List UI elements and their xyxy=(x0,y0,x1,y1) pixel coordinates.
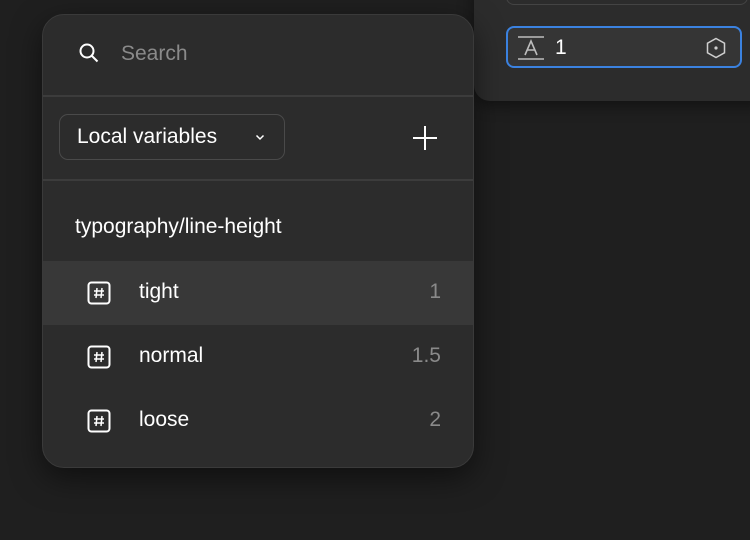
properties-panel: 1 xyxy=(474,0,750,101)
variable-row-loose[interactable]: loose 2 xyxy=(43,389,473,453)
toolbar: Local variables xyxy=(43,97,473,181)
search-input[interactable] xyxy=(121,39,421,69)
line-height-value[interactable]: 1 xyxy=(555,36,567,60)
variable-value: 2 xyxy=(429,408,441,431)
library-select[interactable]: Local variables xyxy=(59,114,285,160)
number-hash-icon xyxy=(87,345,111,369)
variable-row-tight[interactable]: tight 1 xyxy=(43,261,473,325)
variables-popover: Local variables typography/line-height t… xyxy=(42,14,474,468)
chevron-down-icon xyxy=(255,134,265,141)
variable-hexagon-icon[interactable] xyxy=(704,36,728,60)
variable-name: tight xyxy=(139,280,179,303)
library-select-label: Local variables xyxy=(77,125,218,148)
variable-name: loose xyxy=(139,408,190,431)
variable-row-normal[interactable]: normal 1.5 xyxy=(43,325,473,389)
number-hash-icon xyxy=(87,281,111,305)
group-title: typography/line-height xyxy=(75,215,282,238)
line-height-icon xyxy=(518,36,544,60)
variable-value: 1.5 xyxy=(411,344,441,367)
number-hash-icon xyxy=(87,409,111,433)
search-bar xyxy=(43,15,473,97)
variable-value: 1 xyxy=(429,280,441,303)
variable-name: normal xyxy=(139,344,204,367)
search-icon xyxy=(79,43,99,63)
line-height-field[interactable]: 1 xyxy=(506,26,742,68)
previous-field[interactable] xyxy=(506,0,748,5)
add-variable-button[interactable] xyxy=(411,124,439,152)
